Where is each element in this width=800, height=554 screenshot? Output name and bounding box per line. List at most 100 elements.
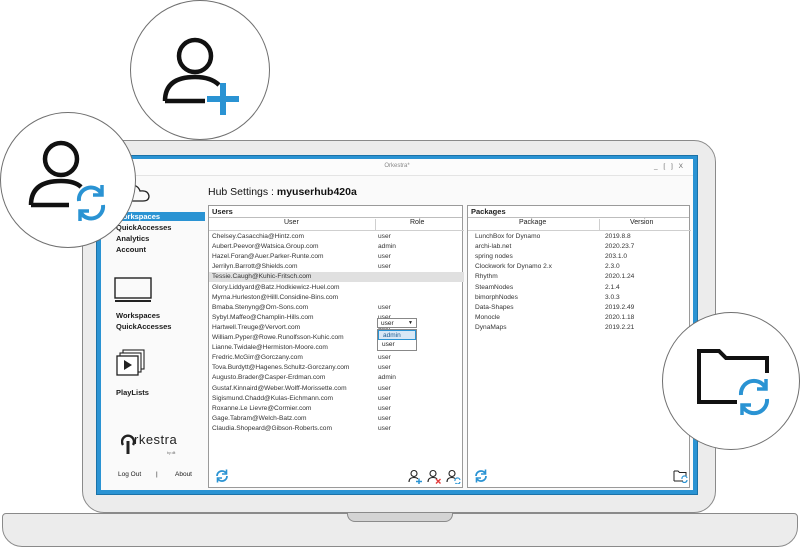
table-row[interactable]: Hartwell.Treuge@Vervort.comuser [209, 323, 464, 332]
role-select[interactable]: user ▼ [377, 318, 417, 328]
package-name: LunchBox for Dynamo [475, 233, 541, 240]
refresh-icon[interactable] [473, 468, 489, 484]
table-row[interactable]: spring nodes 203.1.0 [468, 252, 691, 261]
header-divider [209, 230, 464, 231]
monitor-icon [114, 277, 152, 302]
title-bar: Orkestra* _ [ ] X [101, 159, 693, 176]
table-row[interactable]: Jerrilyn.Barrott@Shields.com user [209, 262, 464, 271]
table-row[interactable]: Aubert.Peevor@Watsica.Group.com admin [209, 242, 464, 251]
user-role: user [378, 303, 391, 311]
user-role: user [378, 414, 391, 422]
user-role: user [378, 233, 391, 240]
package-version: 2020.1.24 [605, 273, 635, 281]
user-role: user [378, 354, 391, 362]
package-version: 3.0.3 [605, 293, 620, 301]
folder-sync-icon [697, 349, 770, 416]
folder-sync-icon[interactable] [673, 469, 688, 483]
user-role: user [378, 253, 391, 261]
sidebar-item-playlists[interactable]: PlayLists [116, 388, 149, 397]
callout-sync-user [0, 112, 136, 248]
table-row[interactable]: Claudia.Shopeard@Gibson-Roberts.com user [209, 424, 464, 433]
package-name: Rhythm [475, 273, 498, 281]
table-row[interactable]: archi-lab.net 2020.23.7 [468, 242, 691, 251]
add-user-icon[interactable] [408, 469, 423, 484]
table-row[interactable]: bimorphNodes 3.0.3 [468, 293, 691, 302]
table-row[interactable]: William.Pyper@Rowe.Runolfsson-Kuhic.comu… [209, 333, 464, 342]
role-option-admin[interactable]: admin [378, 330, 416, 340]
refresh-icon[interactable] [214, 468, 230, 484]
package-version: 2020.23.7 [605, 243, 635, 251]
table-row[interactable]: Tova.Burdytt@Hagenes.Schultz-Gorczany.co… [209, 363, 464, 372]
package-version: 2019.2.49 [605, 303, 635, 311]
user-role: user [378, 364, 391, 372]
window-controls[interactable]: _ [ ] X [654, 163, 685, 170]
user-email: Bmaba.Stenyng@Orn-Sons.com [212, 303, 309, 311]
chevron-down-icon: ▼ [408, 320, 413, 326]
user-email: Glory.Liddyard@Batz.Hodkiewicz-Huel.com [212, 283, 340, 291]
package-version: 203.1.0 [605, 253, 627, 261]
column-header-version[interactable]: Version [630, 219, 653, 226]
table-row[interactable]: Fredric.McGirr@Gorczany.com user [209, 353, 464, 362]
table-row[interactable]: Clockwork for Dynamo 2.x 2.3.0 [468, 262, 691, 271]
table-row[interactable]: Sigismund.Chadd@Kulas-Eichmann.com user [209, 394, 464, 403]
sidebar-item-workspaces-2[interactable]: Workspaces [116, 311, 160, 320]
table-row[interactable]: Lianne.Twidale@Hermiston-Moore.com user [209, 343, 464, 352]
user-role: user [378, 404, 391, 412]
sync-user-icon[interactable] [446, 469, 461, 484]
page-title: Hub Settings : myuserhub420a [208, 186, 357, 198]
table-row[interactable]: Chelsey.Casacchia@Hintz.com user [209, 232, 464, 241]
packages-panel-title: Packages [468, 206, 689, 218]
user-role: user [378, 394, 391, 402]
separator: | [156, 471, 158, 478]
package-version: 2.1.4 [605, 283, 620, 291]
table-row[interactable]: Hazel.Foran@Auer.Parker-Runte.com user [209, 252, 464, 261]
laptop-notch [347, 513, 453, 522]
user-role: user [378, 263, 391, 271]
table-row[interactable]: Sybyl.Maffeo@Champlin-Hills.comuser [209, 313, 464, 322]
table-row[interactable]: DynaMaps 2019.2.21 [468, 323, 691, 332]
table-row[interactable]: Gage.Tabram@Welch-Batz.com user [209, 414, 464, 423]
table-row[interactable]: Glory.Liddyard@Batz.Hodkiewicz-Huel.com [209, 283, 464, 292]
role-option-user[interactable]: user [378, 340, 416, 350]
column-divider [599, 219, 600, 230]
packages-panel: Packages Package Version LunchBox for Dy… [467, 205, 691, 488]
table-row[interactable]: Tessie.Caugh@Kuhic-Fritsch.com [209, 272, 464, 282]
remove-user-icon[interactable] [427, 469, 442, 484]
table-row[interactable]: Data-Shapes 2019.2.49 [468, 303, 691, 312]
column-header-package[interactable]: Package [519, 219, 546, 226]
user-email: Roxanne.Le Lievre@Cormier.com [212, 404, 312, 412]
table-row[interactable]: SteamNodes 2.1.4 [468, 283, 691, 292]
about-link[interactable]: About [175, 471, 192, 478]
package-version: 2.3.0 [605, 263, 620, 271]
sidebar-item-quickaccesses-2[interactable]: QuickAccesses [116, 322, 171, 331]
table-row[interactable]: Rhythm 2020.1.24 [468, 272, 691, 281]
header-divider [468, 230, 691, 231]
table-row[interactable]: Augusto.Brader@Casper-Erdman.com admin [209, 373, 464, 382]
table-row[interactable]: Roxanne.Le Lievre@Cormier.com user [209, 404, 464, 413]
user-email: Sybyl.Maffeo@Champlin-Hills.com [212, 313, 314, 321]
column-header-user[interactable]: User [284, 219, 299, 226]
users-panel: Users User Role Chelsey.Casacchia@Hintz.… [208, 205, 464, 488]
table-row[interactable]: Gustaf.Kinnaird@Weber.Wolff-Morissette.c… [209, 384, 464, 393]
user-email: Tova.Burdytt@Hagenes.Schultz-Gorczany.co… [212, 364, 350, 372]
sync-user-icon [28, 140, 106, 221]
user-role: user [378, 424, 391, 432]
user-email: Claudia.Shopeard@Gibson-Roberts.com [212, 424, 332, 432]
user-email: Gustaf.Kinnaird@Weber.Wolff-Morissette.c… [212, 384, 347, 392]
callout-add-user [130, 0, 270, 140]
package-name: Clockwork for Dynamo 2.x [475, 263, 552, 271]
table-row[interactable]: Myrna.Hurleston@Hilll.Considine-Bins.com [209, 293, 464, 302]
table-row[interactable]: Monocle 2020.1.18 [468, 313, 691, 322]
table-row[interactable]: Bmaba.Stenyng@Orn-Sons.com user [209, 303, 464, 312]
user-email: Chelsey.Casacchia@Hintz.com [212, 233, 304, 240]
table-row[interactable]: LunchBox for Dynamo 2019.8.8 [468, 232, 691, 241]
column-divider [375, 219, 376, 230]
logout-link[interactable]: Log Out [118, 471, 141, 478]
package-name: Monocle [475, 313, 500, 321]
orkestra-logo-icon [121, 434, 135, 454]
playlist-icon [116, 349, 145, 376]
user-email: Jerrilyn.Barrott@Shields.com [212, 263, 298, 271]
user-email: Gage.Tabram@Welch-Batz.com [212, 414, 307, 422]
orkestra-logo: rkestra by dlt [121, 429, 201, 461]
column-header-role[interactable]: Role [410, 219, 424, 226]
